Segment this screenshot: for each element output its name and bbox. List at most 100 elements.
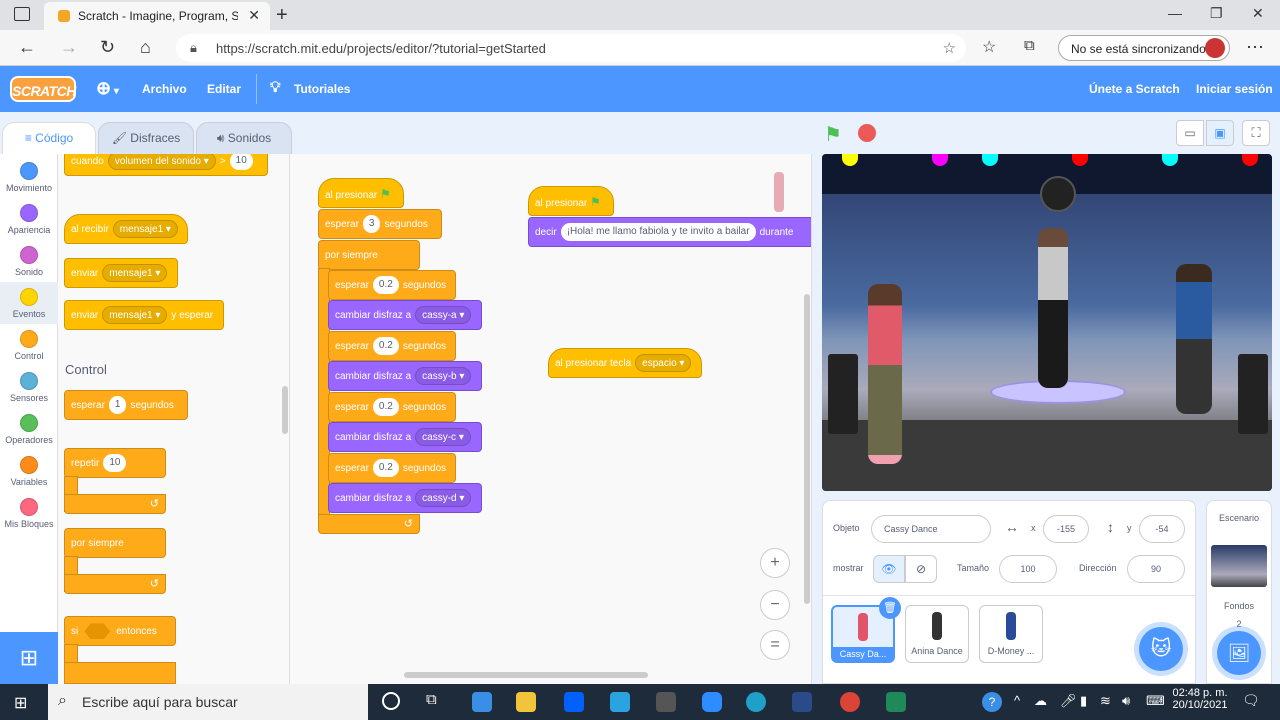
block-when-key-pressed[interactable]: al presionar tecla espacio ▾: [548, 348, 702, 378]
cortana-icon[interactable]: [382, 692, 400, 710]
block-wait[interactable]: esperar 0.2 segundos: [328, 453, 456, 483]
wait-input[interactable]: 0.2: [372, 337, 399, 356]
dropbox-icon[interactable]: [564, 692, 584, 712]
block-when-loudness[interactable]: cuando volumen del sonido ▾ >10: [64, 154, 268, 176]
direction-input[interactable]: 90: [1127, 555, 1185, 583]
mail-icon[interactable]: [472, 692, 492, 712]
favorites-icon[interactable]: ☆: [982, 37, 996, 57]
repeat-input[interactable]: 10: [103, 454, 127, 473]
add-sprite-button[interactable]: 🐱︎: [1139, 627, 1183, 671]
category-motion[interactable]: Movimiento: [0, 162, 58, 193]
costume-dropdown[interactable]: cassy-b ▾: [415, 367, 472, 386]
size-input[interactable]: 100: [999, 555, 1057, 583]
microphone-icon[interactable]: 🎤︎: [1060, 693, 1077, 709]
cassy-dance-sprite[interactable]: [868, 284, 902, 464]
tab-actions-icon[interactable]: [14, 7, 30, 21]
sign-in-link[interactable]: Iniciar sesión: [1196, 82, 1273, 96]
block-wait[interactable]: esperar 0.2 segundos: [328, 392, 456, 422]
small-stage-button[interactable]: ▭: [1176, 120, 1204, 146]
message-dropdown[interactable]: mensaje1 ▾: [102, 306, 168, 325]
block-switch-costume[interactable]: cambiar disfraz a cassy-c ▾: [328, 422, 482, 452]
block-wait[interactable]: esperar 1 segundos: [64, 390, 188, 420]
block-switch-costume[interactable]: cambiar disfraz a cassy-a ▾: [328, 300, 482, 330]
menu-edit[interactable]: Editar: [207, 82, 241, 96]
block-wait[interactable]: esperar 0.2 segundos: [328, 270, 456, 300]
more-menu-icon[interactable]: ⋯: [1246, 37, 1264, 58]
category-my-blocks[interactable]: Mis Bloques: [0, 498, 58, 529]
category-looks[interactable]: Apariencia: [0, 204, 58, 235]
d-money-sprite[interactable]: [1176, 264, 1212, 414]
close-tab-icon[interactable]: ✕: [248, 7, 260, 24]
condition-slot[interactable]: [84, 623, 111, 640]
join-scratch-link[interactable]: Únete a Scratch: [1089, 82, 1180, 96]
loudness-dropdown[interactable]: volumen del sonido ▾: [107, 154, 216, 171]
home-icon[interactable]: ⌂: [140, 37, 151, 58]
sync-profile-button[interactable]: No se está sincronizando: [1058, 35, 1230, 61]
sprite-thumb-anina[interactable]: Anina Dance: [905, 605, 969, 663]
y-input[interactable]: -54: [1139, 515, 1185, 543]
green-flag-button[interactable]: ⚑: [824, 122, 842, 147]
app-icon[interactable]: [792, 692, 812, 712]
wait-input[interactable]: 0.2: [372, 459, 399, 478]
zoom-app-icon[interactable]: [702, 692, 722, 712]
app-icon[interactable]: [886, 692, 906, 712]
category-events[interactable]: Eventos: [0, 282, 58, 324]
block-wait[interactable]: esperar 0.2 segundos: [328, 331, 456, 361]
zoom-reset-button[interactable]: =: [760, 630, 790, 660]
taskbar-search[interactable]: ⌕ Escribe aquí para buscar: [48, 684, 368, 720]
loudness-input[interactable]: 10: [229, 154, 253, 171]
block-wait[interactable]: esperar 3 segundos: [318, 209, 442, 239]
wifi-icon[interactable]: ≋: [1100, 693, 1111, 709]
palette-scrollbar[interactable]: [282, 386, 288, 434]
tray-chevron-icon[interactable]: ^: [1014, 693, 1020, 708]
address-bar[interactable]: 🔒︎ https://scratch.mit.edu/projects/edit…: [176, 34, 966, 62]
message-dropdown[interactable]: mensaje1 ▾: [102, 264, 168, 283]
file-explorer-icon[interactable]: [516, 692, 536, 712]
browser-tab[interactable]: Scratch - Imagine, Program, Share ✕: [44, 2, 270, 30]
block-switch-costume[interactable]: cambiar disfraz a cassy-b ▾: [328, 361, 482, 391]
stage-canvas[interactable]: [822, 154, 1272, 491]
costume-dropdown[interactable]: cassy-a ▾: [415, 306, 472, 325]
block-if[interactable]: si entonces: [64, 616, 176, 646]
keyboard-icon[interactable]: ⌨: [1146, 693, 1165, 709]
block-when-flag-clicked[interactable]: al presionar ⚑: [528, 186, 614, 216]
maximize-icon[interactable]: ❐: [1210, 5, 1223, 22]
costume-dropdown[interactable]: cassy-c ▾: [415, 428, 471, 447]
horizontal-scrollbar[interactable]: [404, 672, 648, 678]
app-icon[interactable]: [610, 692, 630, 712]
block-when-receive[interactable]: al recibir mensaje1 ▾: [64, 214, 188, 244]
x-input[interactable]: -155: [1043, 515, 1089, 543]
show-hidden-button[interactable]: ⊘: [905, 555, 937, 583]
large-stage-button[interactable]: ▣: [1206, 120, 1234, 146]
add-favorite-icon[interactable]: ☆: [943, 39, 956, 57]
category-operators[interactable]: Operadores: [0, 414, 58, 445]
block-forever[interactable]: por siempre: [64, 528, 166, 558]
menu-file[interactable]: Archivo: [142, 82, 187, 96]
scratch-logo[interactable]: SCRATCH: [10, 76, 76, 102]
category-control[interactable]: Control: [0, 330, 58, 361]
cloud-icon[interactable]: ☁: [1034, 693, 1047, 709]
stop-button[interactable]: [858, 124, 876, 142]
wait-input[interactable]: 0.2: [372, 276, 399, 295]
category-sound[interactable]: Sonido: [0, 246, 58, 277]
block-say-for[interactable]: decir ¡Hola! me llamo fabiola y te invito…: [528, 217, 811, 247]
show-visible-button[interactable]: 👁︎: [873, 555, 905, 583]
block-broadcast-wait[interactable]: enviar mensaje1 ▾ y esperar: [64, 300, 224, 330]
volume-icon[interactable]: 🔊︎: [1122, 693, 1130, 709]
close-window-icon[interactable]: ✕: [1252, 5, 1264, 22]
vertical-scrollbar[interactable]: [804, 294, 810, 604]
block-switch-costume[interactable]: cambiar disfraz a cassy-d ▾: [328, 483, 482, 513]
sprite-name-input[interactable]: Cassy Dance: [871, 515, 991, 543]
windows-start-icon[interactable]: ⊞: [14, 693, 27, 713]
collections-icon[interactable]: ⧉: [1024, 37, 1035, 54]
refresh-icon[interactable]: ↻: [100, 37, 115, 58]
block-when-flag-clicked[interactable]: al presionar ⚑: [318, 178, 404, 208]
task-view-icon[interactable]: ⧉: [426, 691, 437, 708]
minimize-icon[interactable]: —: [1168, 5, 1182, 21]
wait-input[interactable]: 3: [362, 215, 381, 234]
costume-dropdown[interactable]: cassy-d ▾: [415, 489, 472, 508]
stage-selector-panel[interactable]: Escenario Fondos 2 🖼︎: [1206, 500, 1272, 684]
key-dropdown[interactable]: espacio ▾: [635, 354, 692, 373]
wait-input[interactable]: 1: [108, 396, 127, 415]
sprite-thumb-dmoney[interactable]: D-Money ...: [979, 605, 1043, 663]
